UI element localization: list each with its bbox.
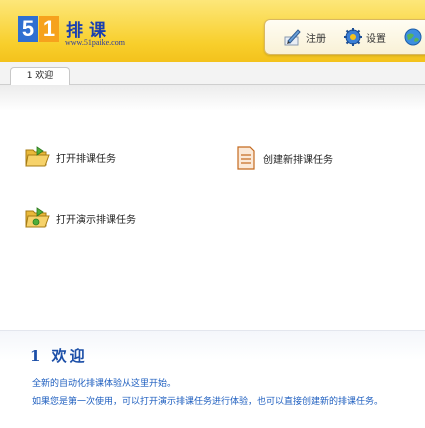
logo-digit-1: 1 (39, 16, 59, 42)
new-task-label: 创建新排课任务 (263, 154, 333, 166)
toolbar: 注册 设置 (264, 19, 425, 55)
document-icon (237, 146, 255, 170)
welcome-title: 1 欢迎 (30, 347, 88, 365)
welcome-text-line2: 如果您是第一次使用，可以打开演示排课任务进行体验，也可以直接创建新的排课任务。 (32, 397, 384, 407)
tab-bar: 1 欢迎 (0, 62, 425, 85)
folder-demo-icon (25, 207, 50, 228)
content-top-strip (0, 85, 425, 111)
demo-task-link[interactable]: 打开演示排课任务 (24, 206, 136, 230)
open-task-link[interactable]: 打开排课任务 (24, 145, 116, 169)
app-header: 5 1 排课 www.51paike.com 注册 设置 (0, 0, 425, 62)
folder-open-icon (25, 146, 50, 167)
welcome-panel: 1 欢迎 全新的自动化排课体验从这里开始。 如果您是第一次使用，可以打开演示排课… (0, 330, 425, 428)
register-button[interactable]: 注册 (283, 26, 326, 48)
logo-digit-5: 5 (18, 16, 38, 42)
demo-task-label: 打开演示排课任务 (56, 214, 136, 226)
pen-icon (284, 29, 301, 46)
welcome-text-line1: 全新的自动化排课体验从这里开始。 (32, 379, 177, 389)
new-task-link[interactable]: 创建新排课任务 (235, 145, 333, 171)
website-button[interactable] (403, 26, 423, 48)
open-task-label: 打开排课任务 (56, 153, 116, 165)
logo-url: www.51paike.com (65, 38, 125, 47)
tab-welcome[interactable]: 1 欢迎 (10, 67, 70, 85)
register-label: 注册 (306, 33, 326, 45)
settings-button[interactable]: 设置 (343, 26, 386, 48)
settings-label: 设置 (366, 33, 386, 45)
globe-icon (404, 28, 422, 46)
gear-icon (344, 28, 362, 46)
